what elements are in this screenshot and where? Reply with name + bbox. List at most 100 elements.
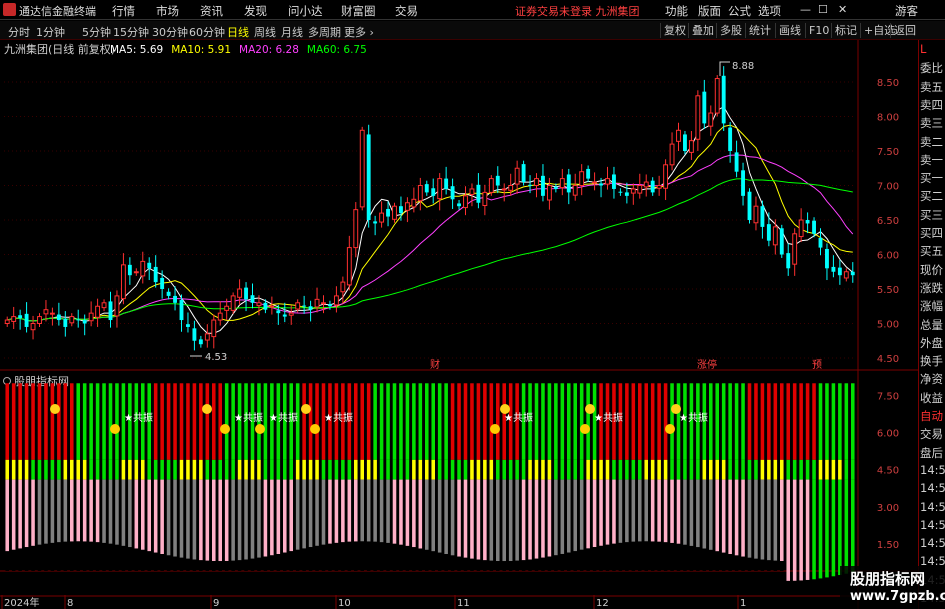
event-marker: 财	[430, 358, 440, 371]
indicator-bar	[779, 383, 784, 571]
date-tick: 2024年	[4, 596, 39, 609]
date-tick: 10	[338, 598, 351, 609]
indicator-bar	[850, 383, 855, 573]
period-15min[interactable]: 15分钟	[113, 24, 149, 40]
menu-function[interactable]: 功能	[665, 3, 688, 19]
stats-button[interactable]: 统计	[745, 23, 774, 38]
side-panel-item: L	[920, 42, 927, 56]
period-5min[interactable]: 5分钟	[82, 24, 111, 40]
ma-legend-ma60: MA60: 6.75	[307, 44, 367, 56]
candle	[488, 175, 494, 196]
period-toolbar: 分时 1分钟 5分钟 15分钟 30分钟 60分钟 日线 周线 月线 多周期 更…	[0, 21, 945, 40]
multi-stock-button[interactable]: 多股	[716, 23, 745, 38]
indicator-bar	[734, 383, 739, 571]
watermark-line2: www.7gpzb.com	[850, 589, 945, 604]
side-panel-item: 自动	[920, 409, 943, 423]
draw-button[interactable]: 画线	[775, 23, 804, 38]
indicator-bar	[334, 383, 339, 571]
indicator-bar	[69, 383, 74, 571]
side-panel-item: 卖二	[920, 134, 943, 149]
menu-options[interactable]: 选项	[758, 3, 781, 19]
side-panel-item: 卖一	[920, 152, 943, 167]
indicator-bar	[612, 383, 616, 571]
indicator-bar	[166, 383, 171, 571]
side-panel-item: 总量	[920, 317, 943, 332]
indicator-bar	[373, 383, 377, 571]
indicator-bar	[276, 383, 281, 571]
indicator-bar	[263, 383, 268, 571]
date-tick: 9	[213, 598, 219, 609]
price-tick: 8.00	[877, 113, 899, 124]
date-tick: 8	[67, 598, 73, 609]
signal-label: ★共振	[124, 411, 153, 424]
candle	[392, 202, 397, 223]
smile-icon	[301, 404, 311, 414]
mark-button[interactable]: 标记	[831, 23, 860, 38]
candle	[721, 66, 726, 131]
login-notice[interactable]: 证券交易未登录 九洲集团	[515, 3, 640, 19]
signal-label: ★共振	[504, 411, 533, 424]
menu-wealth[interactable]: 财富圈	[341, 3, 376, 19]
indicator-bar	[683, 383, 687, 571]
side-panel-item: 买一	[920, 171, 943, 186]
menu-discover[interactable]: 发现	[244, 3, 267, 19]
menu-formula[interactable]: 公式	[728, 3, 751, 19]
period-more[interactable]: 更多 ›	[344, 24, 374, 40]
indicator-bar	[708, 383, 713, 571]
indicator-tick: 1.50	[877, 540, 899, 551]
money-bag-icon	[490, 424, 500, 434]
signal-label: ★共振	[324, 411, 353, 424]
price-tick: 6.00	[877, 251, 899, 262]
indicator-bar	[360, 383, 365, 571]
period-30min[interactable]: 30分钟	[152, 24, 188, 40]
title-bar: 通达信金融终端 行情 市场 资讯 发现 问小达 财富圈 交易 证券交易未登录 九…	[0, 0, 945, 20]
menu-market[interactable]: 市场	[156, 3, 179, 19]
indicator-bar	[179, 383, 184, 571]
period-daily[interactable]: 日线	[227, 24, 249, 40]
indicator-bar	[799, 383, 803, 581]
indicator-bar	[663, 383, 668, 571]
period-monthly[interactable]: 月线	[281, 24, 303, 40]
adjust-button[interactable]: 复权	[660, 23, 689, 38]
indicator-bar	[147, 383, 152, 571]
side-panel-item: 涨跌	[920, 280, 943, 295]
indicator-bar	[470, 383, 474, 571]
overlay-button[interactable]: 叠加	[688, 23, 717, 38]
indicator-bar	[250, 383, 255, 571]
period-intraday[interactable]: 分时	[8, 24, 30, 40]
menu-news[interactable]: 资讯	[200, 3, 223, 19]
minimize-icon[interactable]: —	[800, 3, 811, 16]
menu-quotes[interactable]: 行情	[112, 3, 135, 19]
signal-label: ★共振	[234, 411, 263, 424]
period-weekly[interactable]: 周线	[254, 24, 276, 40]
back-button[interactable]: 返回	[890, 23, 919, 38]
period-1min[interactable]: 1分钟	[36, 24, 65, 40]
side-panel-item: 14:56	[920, 536, 945, 551]
indicator-bar	[605, 383, 610, 571]
guest-user[interactable]: 游客	[895, 3, 918, 19]
side-panel-item: 14:56	[920, 462, 945, 477]
indicator-bar	[528, 383, 532, 571]
f10-button[interactable]: F10	[805, 23, 832, 38]
period-multi[interactable]: 多周期	[308, 24, 341, 40]
indicator-bar	[554, 383, 558, 571]
smile-icon	[50, 404, 60, 414]
side-panel-item: 现价	[920, 262, 943, 277]
side-panel-item: 卖五	[920, 79, 943, 94]
period-60min[interactable]: 60分钟	[189, 24, 225, 40]
indicator-bar	[295, 383, 300, 571]
menu-layout[interactable]: 版面	[698, 3, 721, 19]
menu-ask[interactable]: 问小达	[288, 3, 323, 19]
stock-chart[interactable]: 九洲集团(日线 前复权) MA5: 5.69 MA10: 5.91 MA20: 6.…	[0, 40, 918, 609]
indicator-bar	[812, 383, 816, 580]
menu-trade[interactable]: 交易	[395, 3, 418, 19]
close-icon[interactable]: ✕	[838, 3, 847, 16]
indicator-tick: 4.50	[877, 466, 899, 477]
date-tick: 12	[596, 598, 609, 609]
indicator-bar	[644, 383, 649, 571]
indicator-bar	[199, 383, 203, 571]
indicator-tick: 6.00	[877, 429, 899, 440]
indicator-bar	[128, 383, 132, 571]
maximize-icon[interactable]: ☐	[818, 3, 828, 16]
indicator-bar	[211, 383, 216, 571]
